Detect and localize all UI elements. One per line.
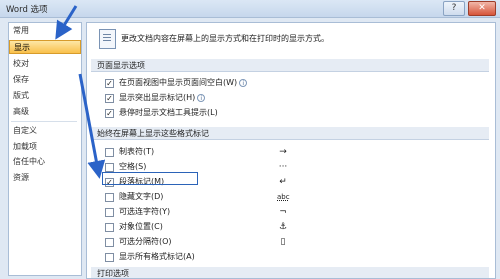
checkbox[interactable]: [105, 108, 114, 118]
sidebar-item-trust-center[interactable]: 信任中心: [9, 155, 81, 169]
document-icon: [99, 29, 116, 49]
option-label: 可选分隔符(O): [119, 237, 172, 246]
title-bar: Word 选项 ? ✕: [0, 0, 500, 18]
print-options-heading: 打印选项: [91, 267, 489, 278]
option-label: 显示突出显示标记(H): [119, 93, 196, 102]
checkbox[interactable]: [105, 78, 114, 88]
help-button[interactable]: ?: [443, 1, 465, 16]
sidebar-item-proofing[interactable]: 校对: [9, 57, 81, 71]
option-label: 显示所有格式标记(A): [119, 252, 195, 261]
checkbox[interactable]: [105, 252, 114, 262]
option-tooltips[interactable]: 悬停时显示文档工具提示(L): [105, 107, 218, 119]
hidden-text-symbol-icon: abc: [277, 193, 290, 201]
checkbox[interactable]: [105, 207, 114, 217]
info-icon: i: [197, 94, 206, 102]
checkbox[interactable]: [105, 222, 114, 232]
checkbox[interactable]: [105, 192, 114, 202]
hyphen-symbol-icon: ¬: [279, 207, 287, 217]
content-panel: 更改文档内容在屏幕上的显示方式和在打印时的显示方式。 页面显示选项 在页面视图中…: [86, 22, 496, 279]
option-label: 可选连字符(Y): [119, 207, 171, 216]
sidebar-item-addins[interactable]: 加载项: [9, 140, 81, 154]
window-controls: ? ✕: [443, 1, 496, 16]
option-label: 制表符(T): [119, 147, 155, 156]
sidebar-item-save[interactable]: 保存: [9, 73, 81, 87]
option-object-anchors[interactable]: 对象位置(C): [105, 221, 163, 233]
close-button[interactable]: ✕: [468, 1, 496, 16]
option-tab[interactable]: 制表符(T): [105, 146, 154, 158]
option-optional-break[interactable]: 可选分隔符(O): [105, 236, 172, 248]
checkbox[interactable]: [105, 237, 114, 247]
checkbox[interactable]: [105, 162, 114, 172]
option-hidden-text[interactable]: 隐藏文字(D): [105, 191, 163, 203]
option-label: 悬停时显示文档工具提示(L): [119, 108, 218, 117]
anchor-icon: ⚓: [278, 222, 288, 232]
sidebar-item-advanced[interactable]: 高级: [9, 105, 81, 119]
sidebar-item-customize[interactable]: 自定义: [9, 124, 81, 138]
info-icon: i: [239, 79, 248, 87]
sidebar: 常用 显示 校对 保存 版式 高级 自定义 加载项 信任中心 资源: [8, 22, 82, 276]
sidebar-item-common[interactable]: 常用: [9, 24, 81, 38]
tab-symbol-icon: →: [279, 147, 287, 157]
intro-text: 更改文档内容在屏幕上的显示方式和在打印时的显示方式。: [121, 34, 329, 43]
sidebar-divider: [11, 121, 77, 122]
option-highlight[interactable]: 显示突出显示标记(H) i: [105, 92, 206, 104]
page-display-heading: 页面显示选项: [91, 59, 489, 72]
option-label: 在页面视图中显示页面间空白(W): [119, 78, 238, 87]
sidebar-item-layout[interactable]: 版式: [9, 89, 81, 103]
space-symbol-icon: ···: [278, 162, 288, 172]
optional-break-symbol-icon: ▯: [280, 237, 286, 247]
checkbox[interactable]: [105, 147, 114, 157]
option-show-all-marks[interactable]: 显示所有格式标记(A): [105, 251, 195, 263]
checkbox[interactable]: [105, 93, 114, 103]
option-label: 隐藏文字(D): [119, 192, 164, 201]
option-label: 对象位置(C): [119, 222, 163, 231]
sidebar-item-display[interactable]: 显示: [9, 40, 81, 54]
window-title: Word 选项: [6, 5, 48, 15]
paragraph-symbol-icon: ↵: [279, 177, 287, 187]
sidebar-item-resources[interactable]: 资源: [9, 171, 81, 185]
paragraph-mark-highlight: [102, 172, 198, 185]
option-page-whitespace[interactable]: 在页面视图中显示页面间空白(W) i: [105, 77, 248, 89]
option-optional-hyphen[interactable]: 可选连字符(Y): [105, 206, 170, 218]
format-marks-heading: 始终在屏幕上显示这些格式标记: [91, 127, 489, 140]
